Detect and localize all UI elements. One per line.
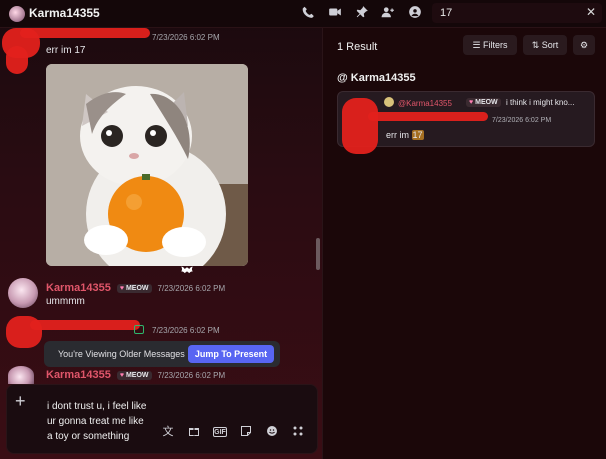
translate-icon[interactable]: 文 — [161, 425, 175, 439]
filters-button[interactable]: ☰ Filters — [463, 35, 517, 55]
message-composer[interactable]: + i dont trust u, i feel like ur gonna t… — [6, 384, 318, 454]
message-timestamp: 7/23/2026 6:02 PM — [157, 283, 226, 293]
sort-icon: ⇅ — [531, 40, 540, 50]
message-input[interactable]: i dont trust u, i feel like ur gonna tre… — [47, 399, 147, 444]
heart-icon: ♥ — [469, 99, 474, 106]
result-text-part: err im — [386, 130, 412, 140]
filters-label: Filters — [483, 40, 508, 50]
desktop-status-icon — [134, 325, 144, 334]
pin-icon[interactable] — [354, 5, 370, 21]
app-window: Karma14355 ✕ 7/23/2026 6:02 PM err im 17 — [0, 0, 606, 459]
badge-label: MEOW — [125, 371, 149, 379]
jump-to-present-button[interactable]: Jump To Present — [188, 345, 274, 363]
badge-label: MEOW — [125, 284, 149, 292]
server-tag-badge: ♥ MEOW — [466, 98, 501, 107]
search-results-panel: 1 Result ☰ Filters ⇅ Sort ⚙ @ Karma14355… — [322, 28, 606, 459]
user-profile-icon[interactable] — [407, 5, 423, 21]
redaction-mark — [368, 112, 488, 121]
chat-area: 7/23/2026 6:02 PM err im 17 Karma14355 ♥… — [0, 28, 322, 459]
sticker-icon[interactable] — [239, 425, 253, 439]
top-bar: Karma14355 ✕ — [0, 0, 606, 28]
redaction-mark — [30, 320, 140, 330]
redaction-mark — [342, 98, 378, 154]
user-avatar[interactable] — [9, 6, 25, 22]
message-timestamp: 7/23/2026 6:02 PM — [152, 33, 220, 42]
cat-holding-orange-photo — [46, 64, 248, 266]
redaction-mark — [20, 28, 150, 38]
sort-button[interactable]: ⇅ Sort — [523, 35, 567, 55]
reply-avatar — [384, 97, 394, 107]
result-text: err im 17 — [386, 130, 424, 140]
channel-title: Karma14355 — [29, 6, 100, 20]
result-channel-heading: @ Karma14355 — [337, 72, 416, 84]
emoji-icon[interactable] — [265, 425, 279, 439]
message-text: err im 17 — [46, 45, 86, 56]
add-attachment-icon[interactable]: + — [15, 391, 26, 412]
message-header: Karma14355 ♥ MEOW 7/23/2026 6:02 PM — [46, 369, 225, 381]
message-text: ummmm — [46, 296, 85, 307]
result-count: 1 Result — [337, 41, 378, 53]
redaction-mark — [6, 46, 28, 74]
phone-call-icon[interactable] — [300, 5, 316, 21]
filters-icon: ☰ — [472, 40, 481, 50]
message-header: Karma14355 ♥ MEOW 7/23/2026 6:02 PM — [46, 282, 225, 294]
search-result[interactable]: @Karma14355 ♥ MEOW i think i might kno..… — [337, 91, 595, 154]
gift-icon[interactable] — [187, 425, 201, 439]
message-author[interactable]: Karma14355 — [46, 282, 111, 294]
gif-icon[interactable]: GIF — [213, 427, 227, 437]
sort-label: Sort — [541, 40, 559, 50]
bat-icon — [180, 262, 194, 279]
clear-search-icon[interactable]: ✕ — [586, 5, 596, 19]
search-input[interactable] — [440, 7, 580, 19]
message-timestamp: 7/23/2026 6:02 PM — [152, 326, 220, 335]
message-timestamp: 7/23/2026 6:02 PM — [157, 370, 226, 380]
message-author[interactable]: Karma14355 — [46, 369, 111, 381]
search-match-highlight: 17 — [411, 130, 424, 140]
older-messages-text: You're Viewing Older Messages — [58, 349, 185, 359]
settings-button[interactable]: ⚙ — [573, 35, 595, 55]
badge-label: MEOW — [475, 99, 498, 106]
scrollbar[interactable] — [316, 238, 320, 270]
gear-icon: ⚙ — [579, 40, 589, 50]
video-call-icon[interactable] — [327, 5, 343, 21]
image-attachment[interactable] — [46, 64, 248, 266]
search-bar[interactable]: ✕ — [432, 3, 602, 23]
user-avatar[interactable] — [8, 366, 34, 384]
reply-author: @Karma14355 — [398, 99, 452, 108]
heart-icon: ♥ — [119, 284, 124, 292]
older-messages-banner: You're Viewing Older Messages Jump To Pr… — [44, 341, 280, 367]
add-friends-icon[interactable] — [380, 5, 396, 21]
server-tag-badge: ♥ MEOW — [116, 370, 152, 380]
heart-icon: ♥ — [119, 371, 124, 379]
result-timestamp: 7/23/2026 6:02 PM — [492, 117, 552, 124]
server-tag-badge: ♥ MEOW — [116, 283, 152, 293]
apps-icon[interactable] — [291, 425, 305, 439]
user-avatar[interactable] — [8, 278, 38, 308]
reply-preview: i think i might kno... — [506, 98, 575, 107]
